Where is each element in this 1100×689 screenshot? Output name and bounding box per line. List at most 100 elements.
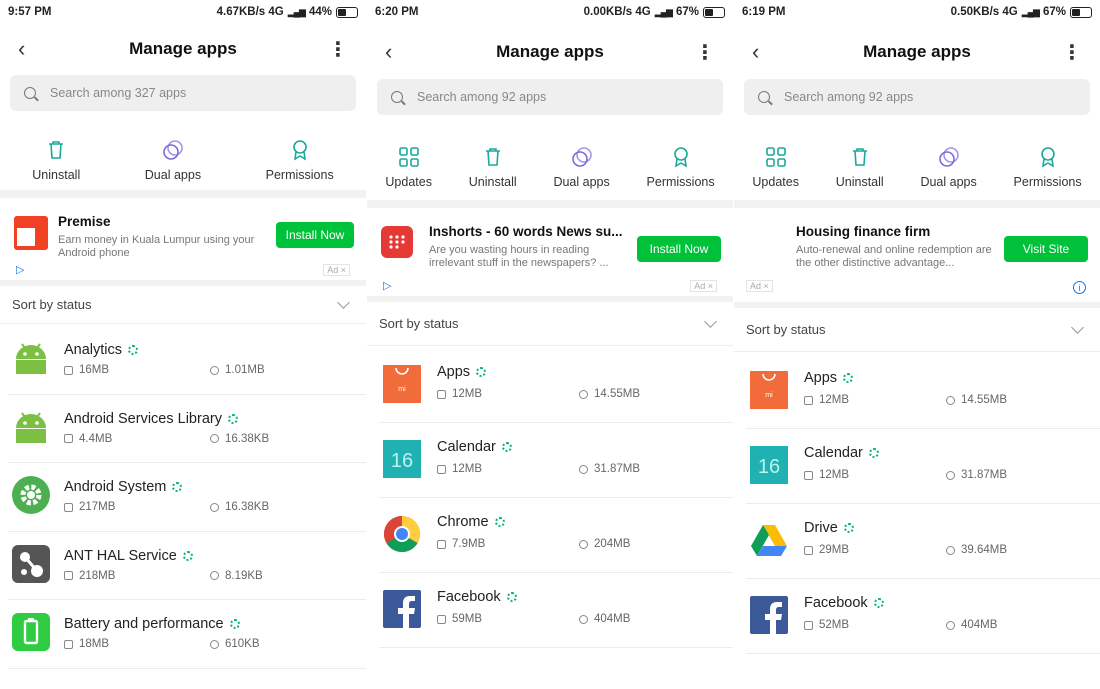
- storage-value: 52MB: [819, 619, 850, 631]
- chrome-icon: [383, 515, 421, 558]
- sort-dropdown[interactable]: Sort by status: [734, 308, 1100, 352]
- app-row[interactable]: Android Services Library 4.4MB 16.38KB: [0, 395, 366, 463]
- action-permissions[interactable]: Permissions: [647, 146, 715, 189]
- app-row[interactable]: Chrome 7.9MB 204MB: [367, 498, 733, 573]
- storage-icon: [64, 502, 73, 512]
- storage-icon: [437, 614, 446, 624]
- back-icon[interactable]: ‹: [385, 39, 392, 65]
- app-name: Android Services Library: [64, 411, 238, 427]
- action-label: Permissions: [1013, 175, 1082, 189]
- storage-icon: [804, 620, 813, 630]
- ad-label[interactable]: Ad ×: [690, 280, 717, 292]
- signal-icon: ▂▄▆: [287, 6, 306, 17]
- trash-icon: [45, 139, 67, 168]
- ad-cta-button[interactable]: Install Now: [637, 236, 721, 262]
- app-row[interactable]: mi Apps 12MB 14.55MB: [367, 348, 733, 423]
- battery-percent: 44%: [308, 6, 332, 18]
- action-dual-apps[interactable]: Dual apps: [145, 139, 201, 182]
- adchoices-icon[interactable]: ▷: [383, 279, 391, 292]
- storage-value: 12MB: [452, 388, 483, 400]
- ad-label[interactable]: Ad ×: [746, 280, 773, 292]
- action-dual-apps[interactable]: Dual apps: [553, 146, 610, 189]
- cache-value: 16.38KB: [225, 501, 270, 513]
- cache-value: 1.01MB: [225, 364, 265, 376]
- app-name-text: Analytics: [64, 342, 123, 358]
- action-updates[interactable]: Updates: [385, 146, 432, 189]
- app-cache: 16.38KB: [210, 433, 269, 445]
- search-input[interactable]: Search among 92 apps: [377, 79, 723, 115]
- trash-icon: [482, 146, 504, 175]
- app-name-text: Calendar: [437, 439, 496, 455]
- action-updates[interactable]: Updates: [752, 146, 799, 189]
- app-storage: 29MB: [804, 544, 849, 556]
- ad-cta-button[interactable]: Visit Site: [1004, 236, 1088, 262]
- trash-icon: [849, 146, 871, 175]
- cache-value: 204MB: [594, 538, 631, 550]
- cache-icon: [946, 470, 955, 480]
- app-row[interactable]: Facebook 52MB 404MB: [734, 579, 1100, 654]
- storage-value: 29MB: [819, 544, 850, 556]
- more-options-icon[interactable]: ⋮: [695, 40, 715, 65]
- battery-icon: [703, 6, 725, 18]
- network-speed: 4.67KB/s 4G: [216, 6, 284, 18]
- ad-label[interactable]: Ad ×: [323, 264, 350, 276]
- sort-dropdown[interactable]: Sort by status: [0, 286, 366, 324]
- action-permissions[interactable]: Permissions: [266, 139, 334, 182]
- loading-icon: [506, 592, 517, 603]
- loading-icon: [501, 442, 512, 453]
- app-name: Apps: [804, 370, 854, 386]
- app-storage: 12MB: [437, 463, 482, 475]
- app-row[interactable]: ANT HAL Service 218MB 8.19KB: [0, 532, 366, 600]
- app-row[interactable]: Android System 217MB 16.38KB: [0, 463, 366, 532]
- adchoices-icon[interactable]: ▷: [16, 263, 24, 276]
- loading-icon: [128, 345, 139, 356]
- action-dual-apps[interactable]: Dual apps: [920, 146, 977, 189]
- app-name-text: Battery and performance: [64, 616, 224, 632]
- app-row[interactable]: 16 Calendar 12MB 31.87MB: [367, 423, 733, 498]
- app-row[interactable]: Analytics 16MB 1.01MB: [0, 326, 366, 395]
- app-storage: 4.4MB: [64, 433, 112, 445]
- action-uninstall[interactable]: Uninstall: [469, 146, 517, 189]
- cache-icon: [579, 614, 588, 624]
- more-options-icon[interactable]: ⋮: [328, 37, 348, 62]
- page-title: Manage apps: [863, 42, 971, 61]
- app-storage: 12MB: [804, 469, 849, 481]
- ad-banner[interactable]: Inshorts - 60 words News su... Are you wa…: [367, 208, 733, 296]
- action-label: Uninstall: [835, 175, 884, 189]
- info-icon[interactable]: i: [1073, 281, 1086, 294]
- app-row[interactable]: Drive 29MB 39.64MB: [734, 504, 1100, 579]
- app-storage: 12MB: [804, 394, 849, 406]
- ad-cta-button[interactable]: Install Now: [276, 222, 354, 248]
- app-storage: 59MB: [437, 613, 482, 625]
- sort-dropdown[interactable]: Sort by status: [367, 302, 733, 346]
- app-name: Apps: [437, 364, 487, 380]
- updates-icon: [765, 146, 787, 175]
- ad-banner[interactable]: Premise Earn money in Kuala Lumpur using …: [0, 198, 366, 280]
- app-name-text: Apps: [437, 364, 471, 380]
- facebook-icon: [383, 589, 421, 633]
- app-row[interactable]: 16 Calendar 12MB 31.87MB: [734, 429, 1100, 504]
- sort-label: Sort by status: [12, 297, 92, 312]
- app-row[interactable]: Battery and performance 18MB 610KB: [0, 600, 366, 669]
- action-label: Dual apps: [920, 175, 977, 189]
- back-icon[interactable]: ‹: [18, 36, 25, 62]
- back-icon[interactable]: ‹: [752, 39, 759, 65]
- storage-icon: [437, 389, 446, 399]
- status-time: 6:19 PM: [742, 6, 786, 18]
- action-uninstall[interactable]: Uninstall: [32, 139, 80, 182]
- search-input[interactable]: Search among 92 apps: [744, 79, 1090, 115]
- app-row[interactable]: Facebook 59MB 404MB: [367, 573, 733, 648]
- action-permissions[interactable]: Permissions: [1014, 146, 1082, 189]
- search-input[interactable]: Search among 327 apps: [10, 75, 356, 111]
- action-uninstall[interactable]: Uninstall: [836, 146, 884, 189]
- app-row[interactable]: mi Apps 12MB 14.55MB: [734, 354, 1100, 429]
- android-icon: [12, 408, 50, 451]
- cache-icon: [579, 464, 588, 474]
- app-cache: 31.87MB: [579, 463, 640, 475]
- chevron-down-icon: [704, 315, 717, 328]
- ad-banner[interactable]: Housing finance firm Auto-renewal and onl…: [734, 208, 1100, 302]
- storage-value: 12MB: [819, 469, 850, 481]
- calendar-icon: 16: [383, 439, 421, 483]
- ad-title: Housing finance firm: [796, 224, 931, 239]
- more-options-icon[interactable]: ⋮: [1062, 40, 1082, 65]
